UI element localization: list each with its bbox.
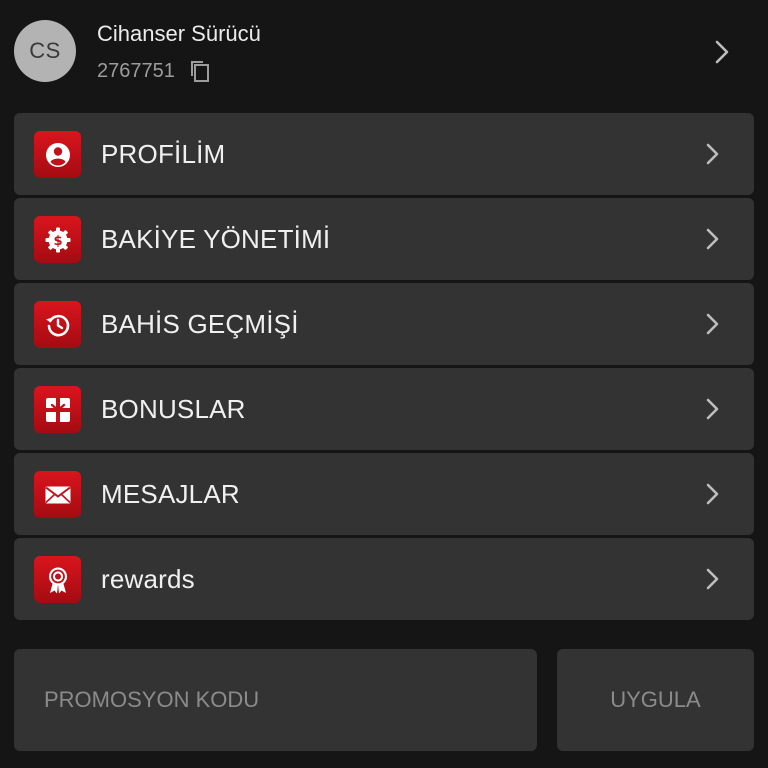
menu-item-label: MESAJLAR	[101, 479, 240, 509]
chevron-right-icon	[706, 568, 719, 590]
user-header[interactable]: CS Cihanser Sürücü 2767751	[0, 0, 768, 102]
menu-item-messages[interactable]: MESAJLAR	[14, 453, 754, 535]
user-id-row: 2767751	[97, 58, 211, 84]
user-name: Cihanser Sürücü	[97, 21, 261, 46]
account-menu: PROFİLİM $ BAKİYE YÖNETİMİ BAHİS GEÇMİŞİ…	[14, 113, 754, 623]
svg-text:$: $	[53, 234, 62, 249]
chevron-right-icon	[706, 483, 719, 505]
user-id: 2767751	[97, 59, 175, 82]
menu-item-rewards[interactable]: rewards	[14, 538, 754, 620]
menu-item-bet-history[interactable]: BAHİS GEÇMİŞİ	[14, 283, 754, 365]
history-icon	[34, 301, 81, 348]
chevron-right-icon[interactable]	[708, 38, 736, 66]
chevron-right-icon	[706, 313, 719, 335]
copy-icon[interactable]	[189, 59, 211, 83]
chevron-right-icon	[706, 143, 719, 165]
menu-item-bonuses[interactable]: BONUSLAR	[14, 368, 754, 450]
envelope-icon	[34, 471, 81, 518]
menu-item-profile[interactable]: PROFİLİM	[14, 113, 754, 195]
avatar: CS	[14, 20, 76, 82]
menu-item-balance[interactable]: $ BAKİYE YÖNETİMİ	[14, 198, 754, 280]
profile-icon	[34, 131, 81, 178]
menu-item-label: PROFİLİM	[101, 139, 226, 169]
apply-promo-button[interactable]: UYGULA	[557, 649, 754, 751]
menu-item-label: BAHİS GEÇMİŞİ	[101, 309, 299, 339]
menu-item-label: BAKİYE YÖNETİMİ	[101, 224, 331, 254]
chevron-right-icon	[706, 398, 719, 420]
award-ribbon-icon	[34, 556, 81, 603]
bonus-gift-icon	[34, 386, 81, 433]
promo-code-input[interactable]	[14, 649, 537, 751]
balance-gear-dollar-icon: $	[34, 216, 81, 263]
menu-item-label: BONUSLAR	[101, 394, 246, 424]
avatar-initials: CS	[29, 38, 61, 63]
menu-item-label: rewards	[101, 564, 195, 594]
chevron-right-icon	[706, 228, 719, 250]
account-menu-page: CS Cihanser Sürücü 2767751 PROFİLİM $ BA…	[0, 0, 768, 768]
